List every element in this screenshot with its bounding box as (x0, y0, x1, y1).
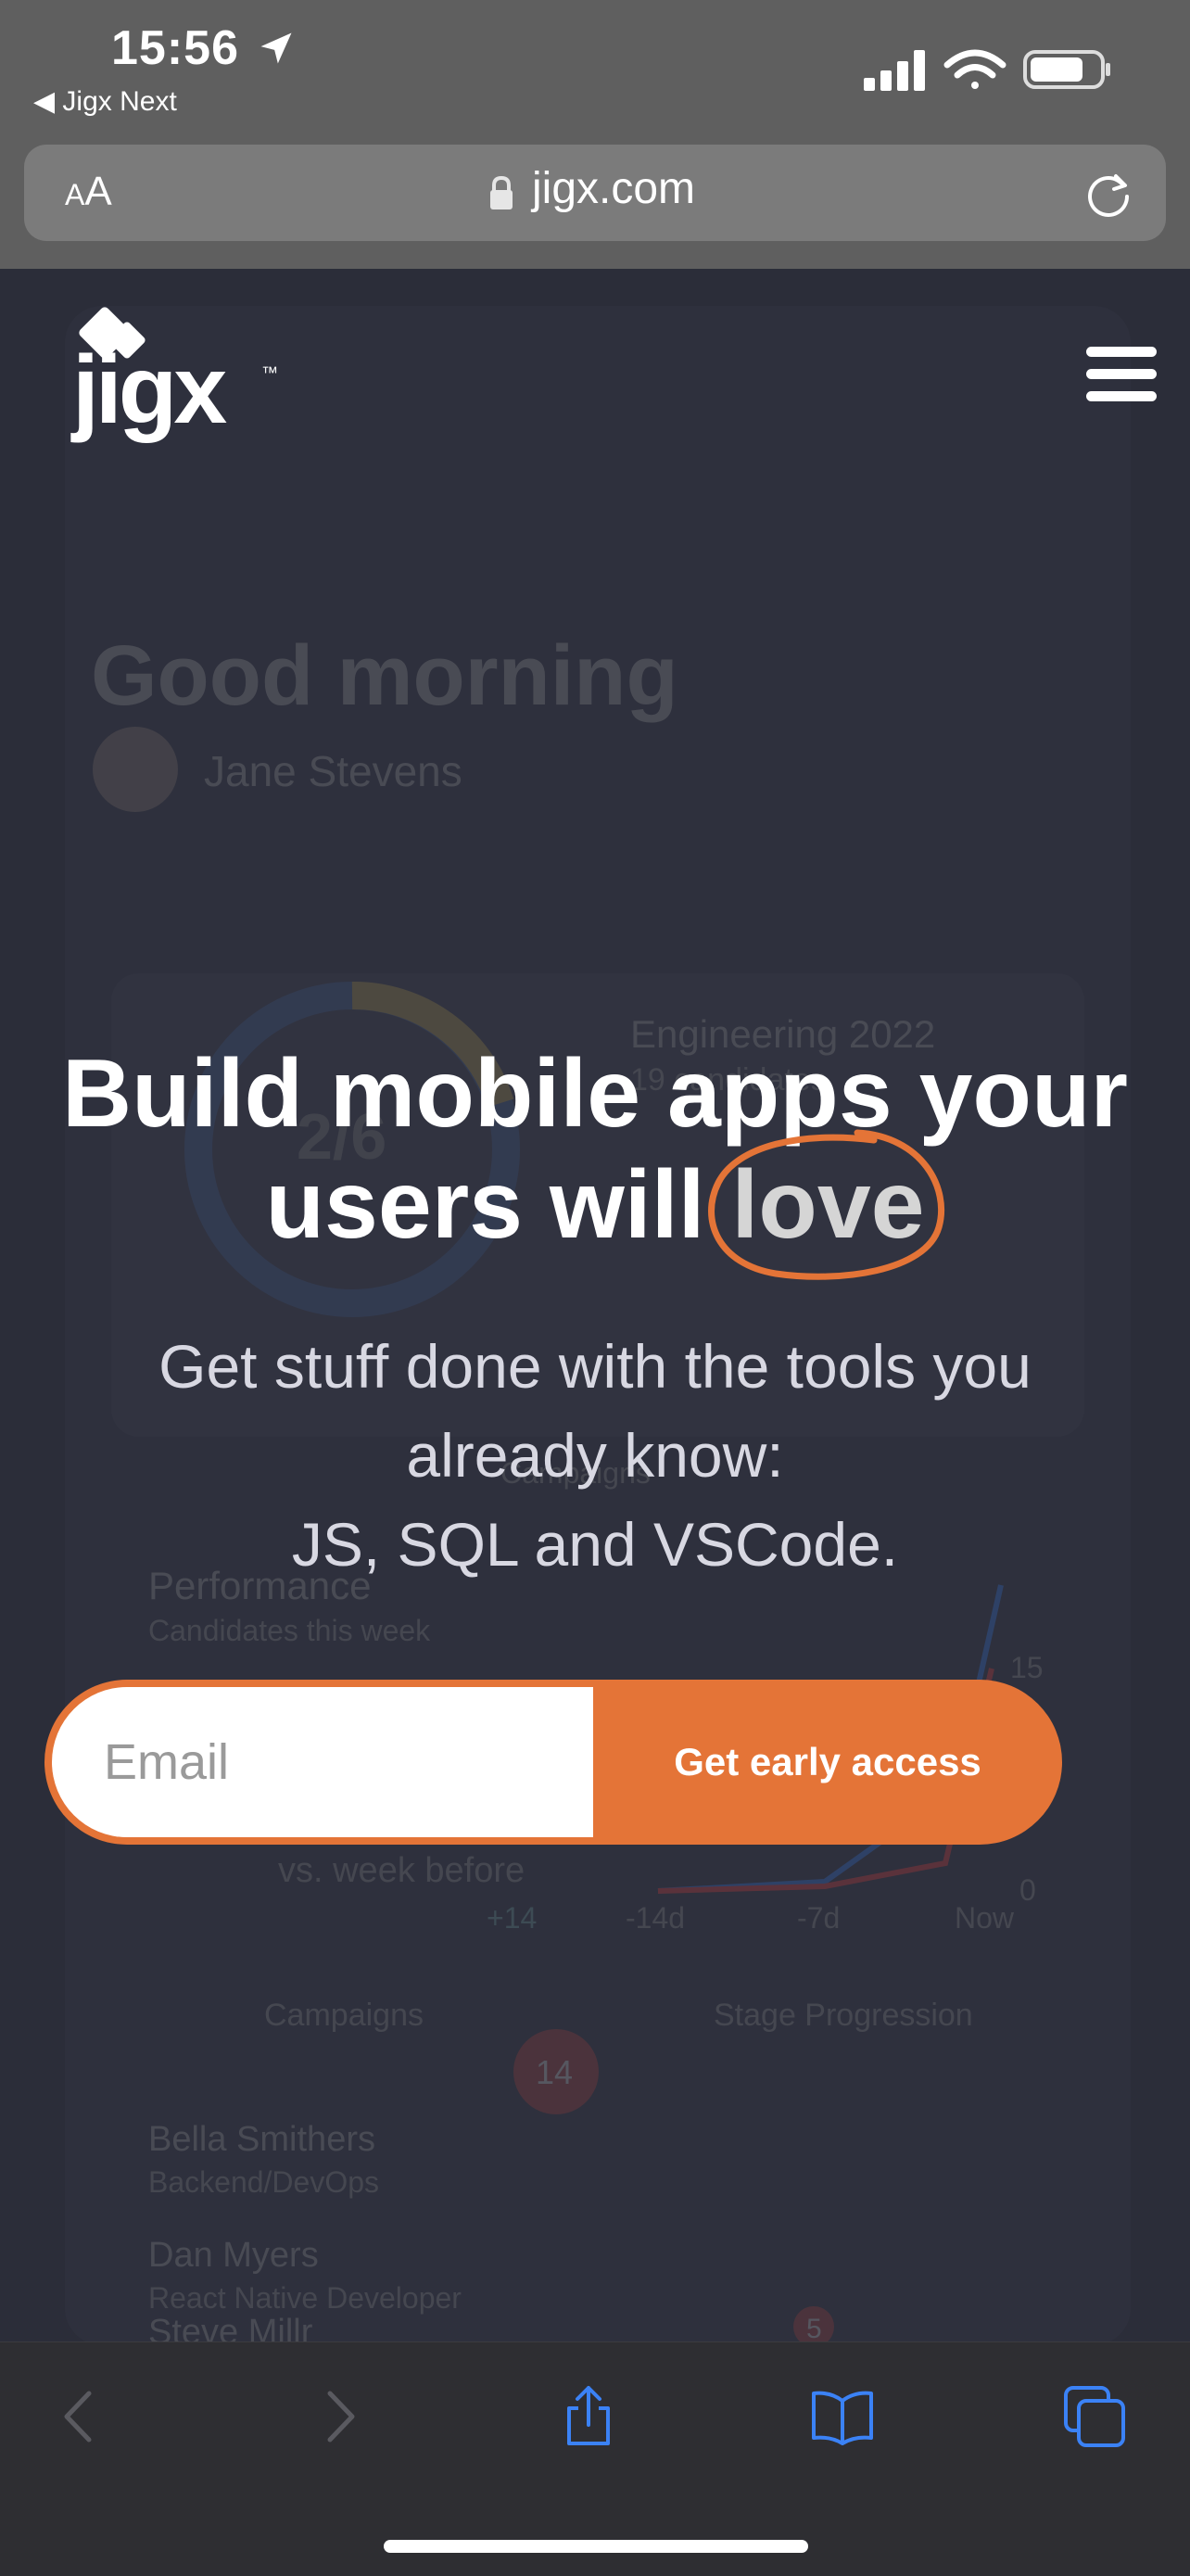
bg-person-2-name: Dan Myers (148, 2236, 319, 2275)
wifi-icon (943, 49, 1006, 89)
headline-users-will: users will (265, 1151, 732, 1259)
bg-tab-stage: Stage Progression (714, 1998, 973, 2033)
bg-vs-label: vs. week before (278, 1851, 525, 1890)
aa-large: A (84, 169, 112, 214)
location-arrow-icon (260, 32, 292, 64)
menu-icon[interactable] (1086, 347, 1157, 402)
bg-user: Jane Stevens (204, 747, 462, 795)
back-to-app-link[interactable]: ◀ Jigx Next (33, 85, 177, 118)
logo-trademark: ™ (261, 363, 278, 382)
jigx-logo[interactable]: jigx ™ (70, 304, 284, 448)
lock-icon (490, 175, 513, 209)
home-indicator (384, 2540, 808, 2553)
cellular-signal-icon (864, 50, 925, 91)
bg-tab-campaigns: Campaigns (264, 1998, 424, 2033)
subtext-line-1: Get stuff done with the tools you (158, 1332, 1032, 1401)
url-domain[interactable]: jigx.com (532, 163, 695, 214)
aa-small: A (65, 178, 85, 211)
bookmarks-icon[interactable] (810, 2384, 875, 2449)
bg-xtick-3: Now (955, 1901, 1015, 1935)
subtext-line-2: already know: (406, 1421, 784, 1490)
subtext-line-3: JS, SQL and VSCode. (291, 1510, 899, 1579)
hero-headline: Build mobile apps your users will love (37, 1038, 1153, 1261)
status-time: 15:56 (111, 21, 239, 75)
reader-text-size-button[interactable]: AA (65, 169, 112, 215)
bg-avatar (93, 727, 178, 812)
bg-person-3-name: Steve Millr (148, 2313, 313, 2345)
love-scribble-circle (708, 1129, 945, 1280)
logo-wordmark: jigx (70, 336, 227, 444)
back-app-name: Jigx Next (62, 86, 177, 117)
bg-xtick-1: -14d (626, 1901, 685, 1935)
bg-small-badge: 5 (806, 2314, 822, 2344)
headline-line-2: users will love (37, 1149, 1153, 1261)
status-icons (864, 49, 1110, 91)
bg-delta: +14 (487, 1901, 537, 1935)
bg-person-2-role: React Native Developer (148, 2281, 462, 2315)
back-arrow-icon[interactable] (48, 2384, 113, 2449)
tabs-icon[interactable] (1062, 2384, 1127, 2449)
battery-icon (1023, 50, 1110, 89)
hero-subtext: Get stuff done with the tools you alread… (37, 1322, 1153, 1589)
bg-greeting: Good morning (91, 628, 678, 723)
forward-arrow-icon[interactable] (306, 2384, 371, 2449)
bg-person-1-role: Backend/DevOps (148, 2165, 379, 2199)
get-early-access-button[interactable]: Get early access (593, 1680, 1062, 1845)
bg-perf-sub: Candidates this week (148, 1614, 431, 1647)
reload-icon[interactable] (1081, 165, 1136, 221)
bg-badge: 14 (536, 2053, 573, 2091)
bg-xtick-2: -7d (797, 1901, 840, 1935)
share-icon[interactable] (556, 2384, 621, 2449)
bg-person-1-name: Bella Smithers (148, 2120, 375, 2159)
email-input[interactable] (52, 1687, 593, 1837)
headline-line-1: Build mobile apps your (62, 1040, 1128, 1148)
bg-ytick-3: 0 (1019, 1873, 1036, 1907)
